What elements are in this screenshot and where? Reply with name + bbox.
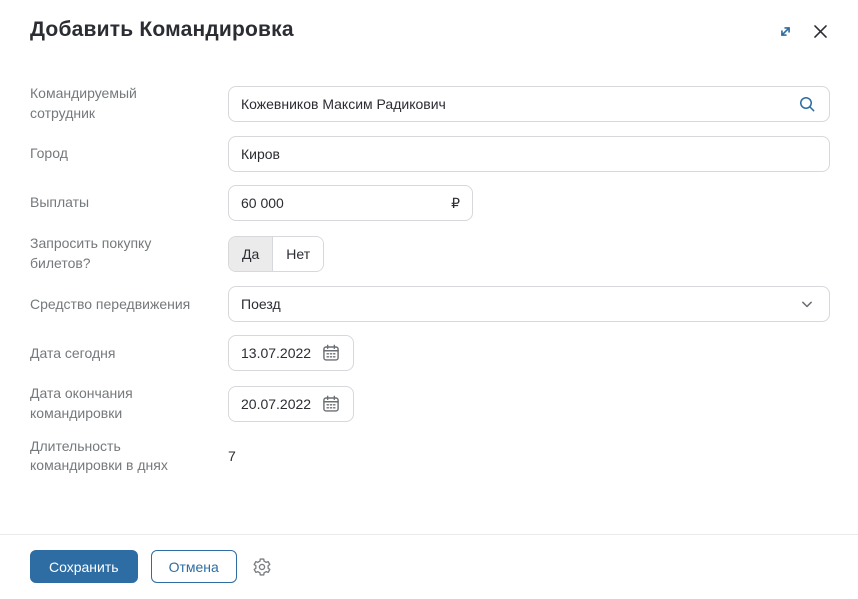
tickets-label: Запросить покупку билетов? xyxy=(30,234,198,273)
city-input[interactable] xyxy=(228,136,830,172)
expand-icon[interactable] xyxy=(776,22,795,41)
date-end-input-value[interactable] xyxy=(241,396,313,412)
calendar-icon[interactable] xyxy=(321,394,341,414)
tickets-toggle: Да Нет xyxy=(228,236,324,272)
payments-label: Выплаты xyxy=(30,193,198,213)
field-row-duration: Длительность командировки в днях 7 xyxy=(30,437,830,476)
duration-value: 7 xyxy=(228,448,236,464)
dialog-footer: Сохранить Отмена xyxy=(30,535,830,599)
close-icon[interactable] xyxy=(811,22,830,41)
field-row-date-end: Дата окончания командировки xyxy=(30,384,830,423)
payments-input[interactable]: ₽ xyxy=(228,185,473,221)
trip-form: Командируемый сотрудник Город xyxy=(30,84,830,489)
save-button[interactable]: Сохранить xyxy=(30,550,138,583)
search-icon[interactable] xyxy=(797,94,817,114)
dialog-header: Добавить Командировка xyxy=(30,18,830,42)
field-row-employee: Командируемый сотрудник xyxy=(30,84,830,123)
date-start-label: Дата сегодня xyxy=(30,344,198,364)
employee-input[interactable] xyxy=(228,86,830,122)
tickets-yes-button[interactable]: Да xyxy=(229,237,272,271)
field-row-date-start: Дата сегодня xyxy=(30,335,830,371)
ruble-currency-symbol: ₽ xyxy=(451,195,460,212)
header-icons xyxy=(776,22,830,41)
transport-select[interactable] xyxy=(228,286,830,322)
date-end-input[interactable] xyxy=(228,386,354,422)
transport-select-value[interactable] xyxy=(241,296,789,312)
field-row-transport: Средство передвижения xyxy=(30,286,830,322)
city-input-value[interactable] xyxy=(241,146,817,162)
date-start-input-value[interactable] xyxy=(241,345,313,361)
tickets-no-button[interactable]: Нет xyxy=(272,237,323,271)
transport-label: Средство передвижения xyxy=(30,295,198,315)
employee-label: Командируемый сотрудник xyxy=(30,84,198,123)
payments-input-value[interactable] xyxy=(241,195,443,211)
field-row-payments: Выплаты ₽ xyxy=(30,185,830,221)
cancel-button[interactable]: Отмена xyxy=(151,550,237,583)
field-row-tickets: Запросить покупку билетов? Да Нет xyxy=(30,234,830,273)
date-start-input[interactable] xyxy=(228,335,354,371)
duration-label: Длительность командировки в днях xyxy=(30,437,198,476)
dialog-title: Добавить Командировка xyxy=(30,18,294,42)
add-business-trip-dialog: Добавить Командировка Командируемый сотр… xyxy=(0,0,858,599)
field-row-city: Город xyxy=(30,136,830,172)
chevron-down-icon[interactable] xyxy=(797,294,817,314)
settings-gear-icon[interactable] xyxy=(252,557,272,577)
calendar-icon[interactable] xyxy=(321,343,341,363)
date-end-label: Дата окончания командировки xyxy=(30,384,198,423)
city-label: Город xyxy=(30,144,198,164)
employee-input-value[interactable] xyxy=(241,96,789,112)
